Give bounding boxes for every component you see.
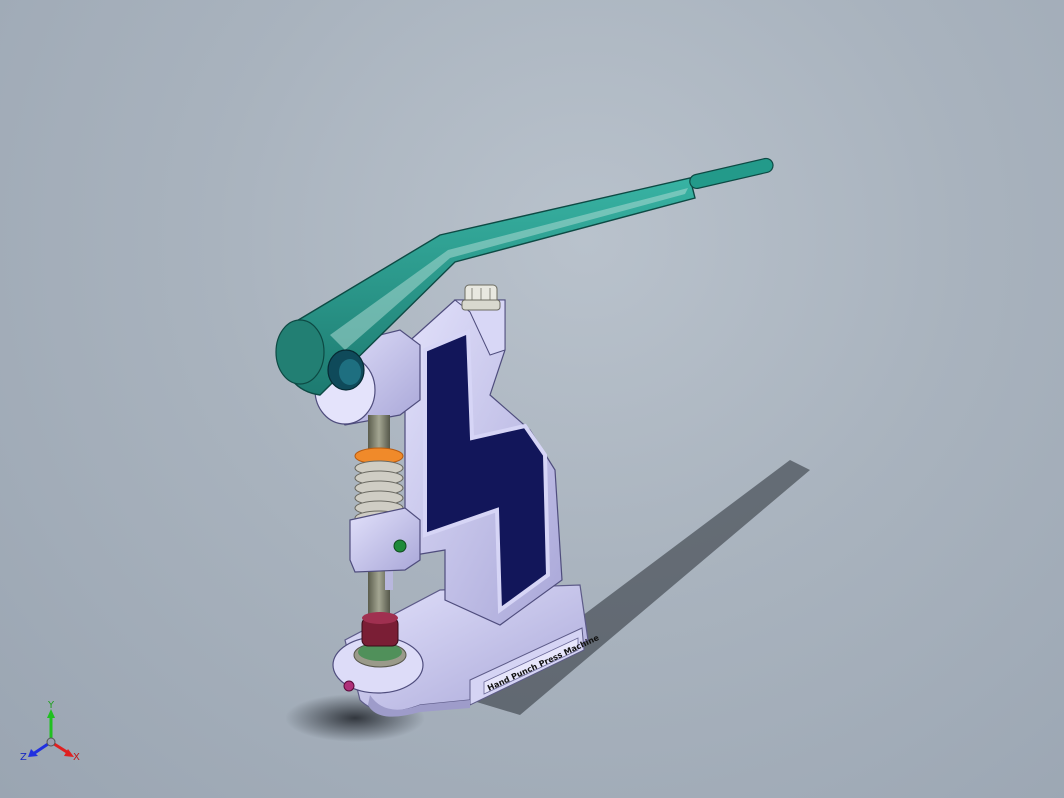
guide-collar[interactable] xyxy=(349,507,421,573)
triad-z-label: Z xyxy=(20,752,27,763)
lever-handle[interactable] xyxy=(275,157,774,396)
triad-y-label: Y xyxy=(47,700,55,711)
graphics-viewport[interactable]: Hand Punch Press Machine Y X Z xyxy=(0,0,1064,798)
triad-origin xyxy=(46,737,56,747)
collar-screw xyxy=(393,539,407,553)
triad-y-axis: Y xyxy=(47,700,55,742)
triad-x-label: X xyxy=(73,752,80,763)
base-screw xyxy=(343,680,355,692)
view-orientation-triad[interactable]: Y X Z xyxy=(18,700,88,770)
triad-z-axis: Z xyxy=(20,740,52,763)
press-frame[interactable] xyxy=(404,299,563,626)
triad-x-axis: X xyxy=(50,740,80,763)
adjust-nut[interactable] xyxy=(461,284,501,311)
model-scene[interactable]: Hand Punch Press Machine xyxy=(0,0,1064,798)
handle-rod[interactable] xyxy=(688,157,774,190)
